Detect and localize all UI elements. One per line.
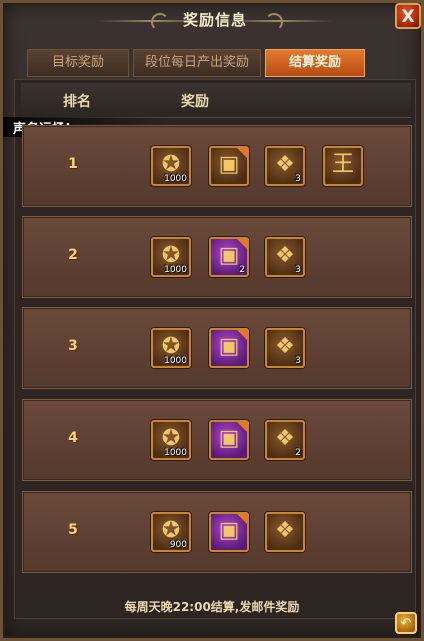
reward-item[interactable]: ❖ 3 xyxy=(265,146,305,186)
reward-row: 1 ✪ 1000 ▣ ❖ 3 王 xyxy=(22,125,412,207)
title-bar: 奖励信息 xyxy=(3,3,424,39)
rank-number: 2 xyxy=(68,247,78,263)
column-header-rank: 排名 xyxy=(63,94,91,110)
reward-item[interactable]: 王 xyxy=(323,146,363,186)
new-flag-icon xyxy=(237,148,247,158)
new-flag-icon xyxy=(237,514,247,524)
item-count: 3 xyxy=(295,356,301,366)
reward-row: 4 ✪ 1000 ▣ ❖ 2 xyxy=(22,399,412,481)
reward-item[interactable]: ❖ 3 xyxy=(265,237,305,277)
item-count: 1000 xyxy=(164,174,187,184)
item-count: 2 xyxy=(295,448,301,458)
reward-item[interactable]: ❖ 2 xyxy=(265,420,305,460)
reward-item[interactable]: ✪ 1000 xyxy=(151,146,191,186)
reward-item[interactable]: ▣ xyxy=(209,420,249,460)
reward-item[interactable]: ▣ xyxy=(209,512,249,552)
close-button[interactable]: X xyxy=(395,3,421,29)
window-title: 奖励信息 xyxy=(182,11,247,29)
item-count: 2 xyxy=(239,265,245,275)
item-count: 3 xyxy=(295,174,301,184)
item-count: 1000 xyxy=(164,265,187,275)
rank-number: 5 xyxy=(68,522,78,538)
back-button[interactable]: ↶ xyxy=(395,612,417,634)
item-count: 1000 xyxy=(164,356,187,366)
reward-item[interactable]: ✪ 1000 xyxy=(151,237,191,277)
reward-item[interactable]: ▣ xyxy=(209,146,249,186)
reward-row: 2 ✪ 1000 ▣ 2 ❖ 3 xyxy=(22,216,412,298)
reward-item[interactable]: ▣ xyxy=(209,328,249,368)
tab-settlement-reward[interactable]: 结算奖励 xyxy=(265,49,365,77)
rank-number: 3 xyxy=(68,338,78,354)
tab-daily-rank-reward[interactable]: 段位每日产出奖励 xyxy=(133,49,261,77)
reward-item[interactable]: ✪ 900 xyxy=(151,512,191,552)
reward-item[interactable]: ❖ xyxy=(265,512,305,552)
reward-row: 3 ✪ 1000 ▣ ❖ 3 xyxy=(22,307,412,389)
reward-item[interactable]: ✪ 1000 xyxy=(151,328,191,368)
reward-item[interactable]: ▣ 2 xyxy=(209,237,249,277)
tab-target-reward[interactable]: 目标奖励 xyxy=(27,49,129,77)
item-count: 1000 xyxy=(164,448,187,458)
reward-item[interactable]: ✪ 1000 xyxy=(151,420,191,460)
table-header: 排名 奖励 xyxy=(21,83,411,118)
rank-number: 1 xyxy=(68,156,78,172)
new-flag-icon xyxy=(237,239,247,249)
item-count: 3 xyxy=(295,265,301,275)
rank-number: 4 xyxy=(68,430,78,446)
new-flag-icon xyxy=(237,330,247,340)
jade-box-icon: ❖ xyxy=(275,518,295,543)
title-badge-icon: 王 xyxy=(331,152,354,177)
reward-item[interactable]: ❖ 3 xyxy=(265,328,305,368)
settlement-note: 每周天晚22:00结算,发邮件奖励 xyxy=(124,600,300,614)
new-flag-icon xyxy=(237,422,247,432)
reward-info-panel: 奖励信息 X 目标奖励 段位每日产出奖励 结算奖励 排名 奖励 声名远扬! 1✪… xyxy=(0,0,424,641)
column-header-reward: 奖励 xyxy=(181,94,209,110)
item-count: 900 xyxy=(169,540,187,550)
reward-row: 5 ✪ 900 ▣ ❖ xyxy=(22,491,412,573)
